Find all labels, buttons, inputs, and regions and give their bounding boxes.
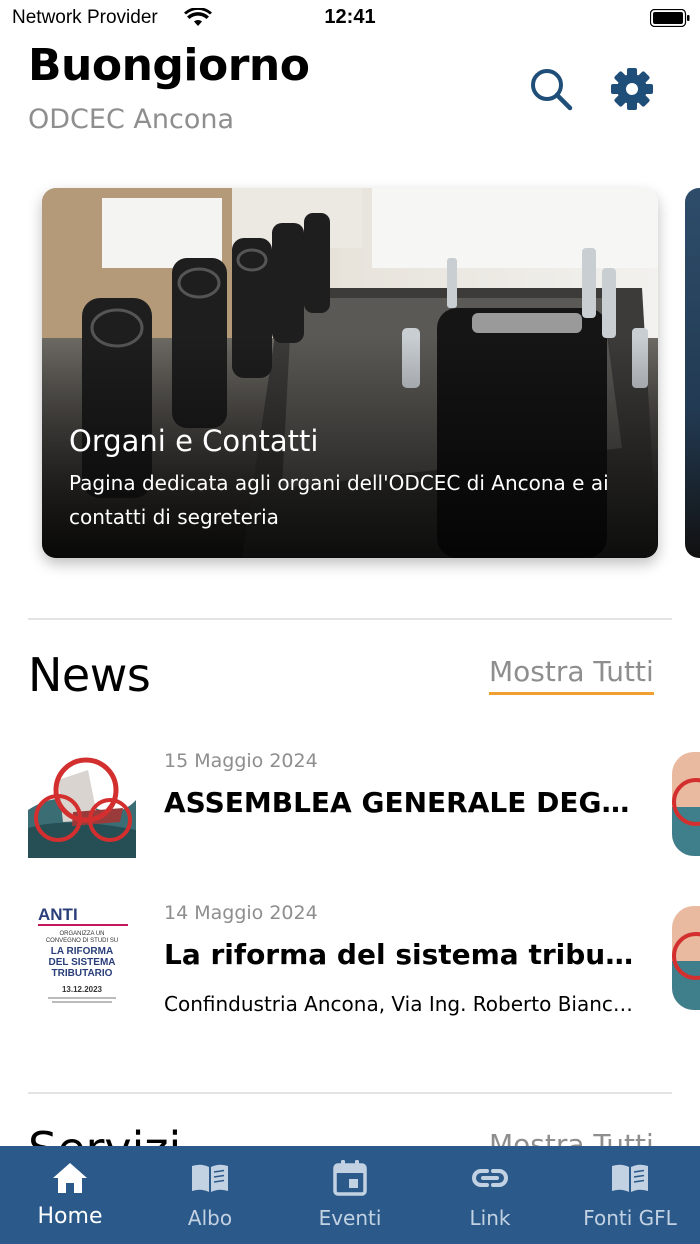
poster-line2: CONVEGNO DI STUDI SU bbox=[46, 938, 118, 944]
status-bar: Network Provider 12:41 bbox=[0, 0, 700, 36]
tab-home[interactable]: Home bbox=[0, 1146, 140, 1244]
poster-headline-1: LA RIFORMA bbox=[51, 946, 113, 957]
poster-brand: ANTI bbox=[38, 905, 78, 924]
tab-label: Fonti GFL bbox=[583, 1206, 677, 1230]
news-date: 14 Maggio 2024 bbox=[164, 902, 318, 924]
battery-icon bbox=[650, 9, 690, 27]
greeting-title: Buongiorno bbox=[28, 40, 310, 91]
tab-link[interactable]: Link bbox=[420, 1146, 560, 1244]
poster-headline-2: DEL SISTEMA bbox=[48, 957, 115, 968]
tab-label: Eventi bbox=[318, 1206, 382, 1230]
organization-subtitle: ODCEC Ancona bbox=[28, 104, 234, 135]
tab-eventi[interactable]: Eventi bbox=[280, 1146, 420, 1244]
poster-line1: ORGANIZZA UN bbox=[59, 931, 104, 937]
carousel-card-next[interactable] bbox=[685, 188, 700, 558]
news-show-all-link[interactable]: Mostra Tutti bbox=[489, 655, 654, 695]
news-date: 15 Maggio 2024 bbox=[164, 750, 318, 772]
poster-date: 13.12.2023 bbox=[62, 985, 103, 994]
news-list-item[interactable]: ANTI ORGANIZZA UN CONVEGNO DI STUDI SU L… bbox=[28, 902, 672, 1016]
tab-fonti-gfl[interactable]: Fonti GFL bbox=[560, 1146, 700, 1244]
news-list-item[interactable]: 15 Maggio 2024 ASSEMBLEA GENERALE DEGLI … bbox=[28, 750, 672, 860]
tab-label: Link bbox=[469, 1206, 511, 1230]
book-icon bbox=[192, 1164, 228, 1192]
search-icon[interactable] bbox=[528, 66, 574, 112]
news-section-title: News bbox=[28, 648, 151, 702]
card-title: Organi e Contatti bbox=[69, 424, 319, 458]
card-description: Pagina dedicata agli organi dell'ODCEC d… bbox=[69, 471, 609, 529]
home-icon bbox=[53, 1163, 87, 1193]
news-location: Confindustria Ancona, Via Ing. Roberto B… bbox=[164, 992, 642, 1016]
tab-label: Home bbox=[37, 1204, 103, 1229]
news-title: La riforma del sistema tributario bbox=[164, 938, 642, 971]
tab-label: Albo bbox=[187, 1206, 233, 1230]
section-divider bbox=[28, 1092, 672, 1094]
news-thumbnail-peek bbox=[672, 906, 700, 1010]
gear-icon[interactable] bbox=[609, 66, 655, 112]
calendar-icon bbox=[333, 1160, 367, 1196]
tab-albo[interactable]: Albo bbox=[140, 1146, 280, 1244]
bottom-tab-bar: Home Albo Eventi Link Fonti GFL bbox=[0, 1146, 700, 1244]
section-divider bbox=[28, 618, 672, 620]
book-icon bbox=[612, 1164, 648, 1192]
news-title: ASSEMBLEA GENERALE DEGLI ISCRITTI bbox=[164, 786, 642, 819]
carousel-card-organi[interactable]: Organi e Contatti Pagina dedicata agli o… bbox=[42, 188, 658, 558]
poster-headline-3: TRIBUTARIO bbox=[52, 968, 113, 979]
clock: 12:41 bbox=[324, 6, 376, 28]
news-thumbnail-peek bbox=[672, 752, 700, 856]
sailing-boat-thumbnail bbox=[28, 750, 136, 858]
anti-poster-thumbnail: ANTI ORGANIZZA UN CONVEGNO DI STUDI SU L… bbox=[28, 902, 136, 1010]
link-icon bbox=[472, 1169, 508, 1187]
